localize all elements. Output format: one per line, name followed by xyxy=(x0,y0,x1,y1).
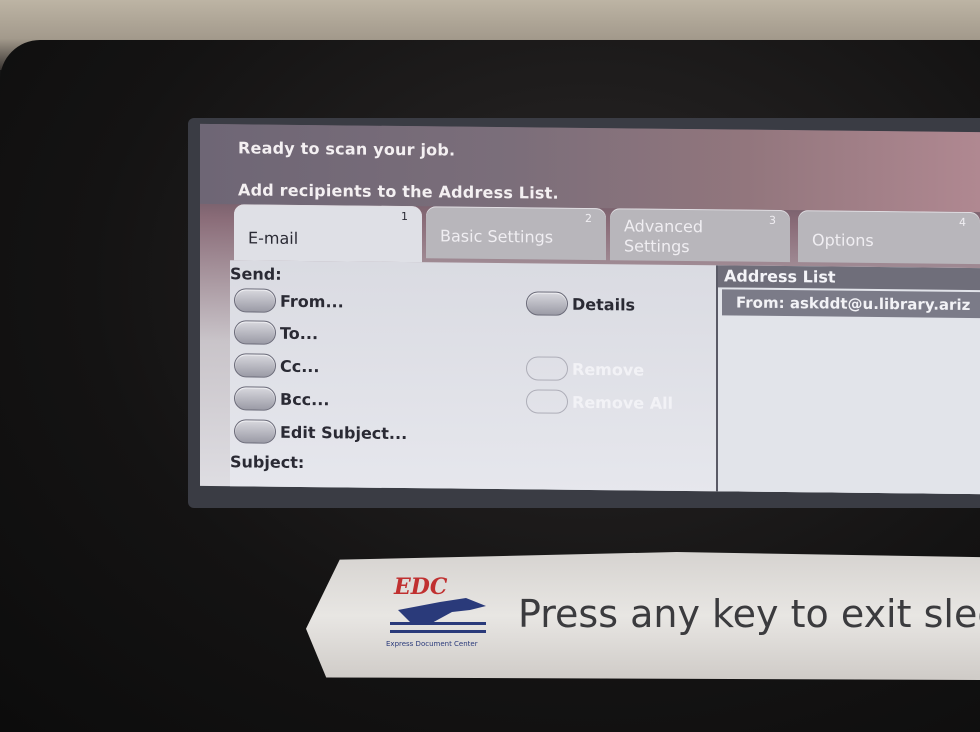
to-button[interactable]: To... xyxy=(234,320,318,345)
status-message: Ready to scan your job. xyxy=(238,138,456,160)
tab-number: 3 xyxy=(769,213,776,227)
tab-basic-settings[interactable]: 2 Basic Settings xyxy=(426,206,606,261)
touch-screen: Ready to scan your job. Add recipients t… xyxy=(200,123,980,495)
remove-all-label: Remove All xyxy=(572,392,674,413)
cc-button[interactable]: Cc... xyxy=(234,353,319,378)
address-list-item[interactable]: From: askddt@u.library.ariz xyxy=(722,289,980,319)
details-pill-icon xyxy=(526,291,568,316)
instruction-message: Add recipients to the Address List. xyxy=(238,180,559,203)
address-list: Address List From: askddt@u.library.ariz xyxy=(716,265,980,495)
edit-subject-pill-icon xyxy=(234,419,276,444)
tab-label: Options xyxy=(812,230,874,250)
from-pill-icon xyxy=(234,288,276,313)
tab-number: 4 xyxy=(959,215,966,229)
remove-button[interactable]: Remove xyxy=(526,356,644,381)
from-button[interactable]: From... xyxy=(234,288,344,313)
details-label: Details xyxy=(572,294,636,314)
tab-number: 2 xyxy=(585,211,592,226)
tab-label: Advanced Settings xyxy=(624,216,704,257)
remove-pill-icon xyxy=(526,356,568,381)
address-list-header: Address List xyxy=(718,265,980,291)
to-label: To... xyxy=(280,323,319,343)
send-label: Send: xyxy=(230,264,282,284)
sleep-message: Press any key to exit slee xyxy=(518,592,980,636)
cc-label: Cc... xyxy=(280,356,320,376)
tab-number: 1 xyxy=(401,210,408,224)
bcc-button[interactable]: Bcc... xyxy=(234,386,329,411)
tab-advanced-settings[interactable]: 3 Advanced Settings xyxy=(610,208,790,263)
status-area: Ready to scan your job. Add recipients t… xyxy=(200,123,980,213)
from-label: From... xyxy=(280,291,344,311)
edc-logo: EDC Express Document Center xyxy=(370,572,500,652)
edit-subject-button[interactable]: Edit Subject... xyxy=(234,419,407,445)
details-button[interactable]: Details xyxy=(526,291,635,316)
tab-label: Basic Settings xyxy=(440,226,554,247)
tab-email[interactable]: 1 E-mail xyxy=(234,204,422,263)
roadrunner-logo-icon: Express Document Center xyxy=(386,598,486,648)
to-pill-icon xyxy=(234,320,276,345)
edit-subject-label: Edit Subject... xyxy=(280,422,408,443)
tab-options[interactable]: 4 Options xyxy=(798,210,980,265)
remove-all-pill-icon xyxy=(526,389,568,414)
edc-caption: Express Document Center xyxy=(386,640,478,648)
cc-pill-icon xyxy=(234,353,276,378)
bcc-label: Bcc... xyxy=(280,389,330,409)
subject-label: Subject: xyxy=(230,452,305,473)
remove-all-button[interactable]: Remove All xyxy=(526,389,673,415)
bcc-pill-icon xyxy=(234,386,276,411)
tab-bar: 1 E-mail 2 Basic Settings 3 Advanced Set… xyxy=(234,204,980,268)
remove-label: Remove xyxy=(572,359,645,380)
tab-label: E-mail xyxy=(248,228,299,248)
